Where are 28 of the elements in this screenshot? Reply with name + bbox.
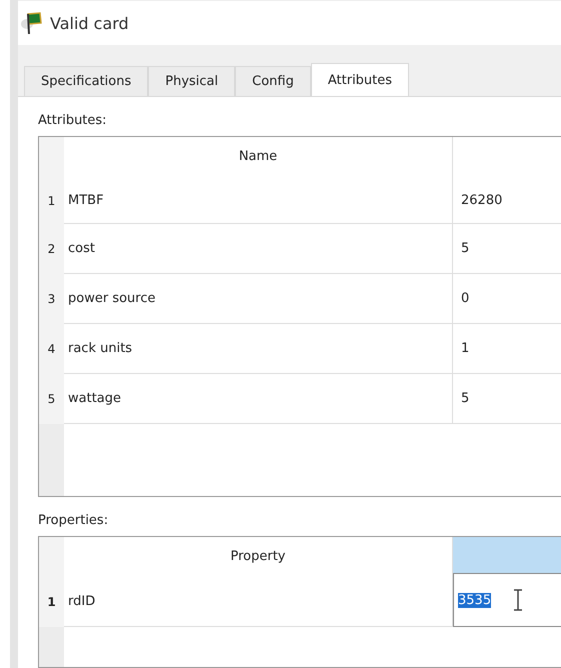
row-number: 4 (39, 324, 64, 374)
value-input-field[interactable]: 3535 (453, 573, 561, 627)
tab[interactable]: Physical (148, 66, 236, 97)
section-label: Attributes: (38, 113, 108, 128)
table-cell: 26280 (453, 177, 561, 224)
row-number: 3 (39, 274, 64, 324)
row-number: 2 (39, 224, 64, 274)
flag-card-icon (20, 10, 44, 36)
table-cell: MTBF (64, 177, 453, 224)
table-cell: 0 (453, 274, 561, 324)
row-header-filler (39, 627, 64, 667)
table-cell: 1 (453, 324, 561, 374)
row-number: 1 (39, 177, 64, 224)
tab[interactable]: Config (235, 66, 311, 97)
table-cell: power source (64, 274, 453, 324)
window-title: Valid card (50, 14, 129, 32)
table-cell: wattage (64, 374, 453, 424)
table-cell: rack units (64, 324, 453, 374)
row-number: 5 (39, 374, 64, 424)
table-cell: 5 (453, 224, 561, 274)
tab[interactable]: Attributes (310, 63, 410, 97)
row-number: 1 (39, 577, 64, 627)
section-label: Properties: (38, 513, 110, 528)
row-header-filler (39, 424, 64, 496)
table-cell: cost (64, 224, 453, 274)
table-cell: 5 (453, 374, 561, 424)
tab[interactable]: Specifications (24, 66, 148, 97)
text-cursor-icon (513, 589, 524, 611)
